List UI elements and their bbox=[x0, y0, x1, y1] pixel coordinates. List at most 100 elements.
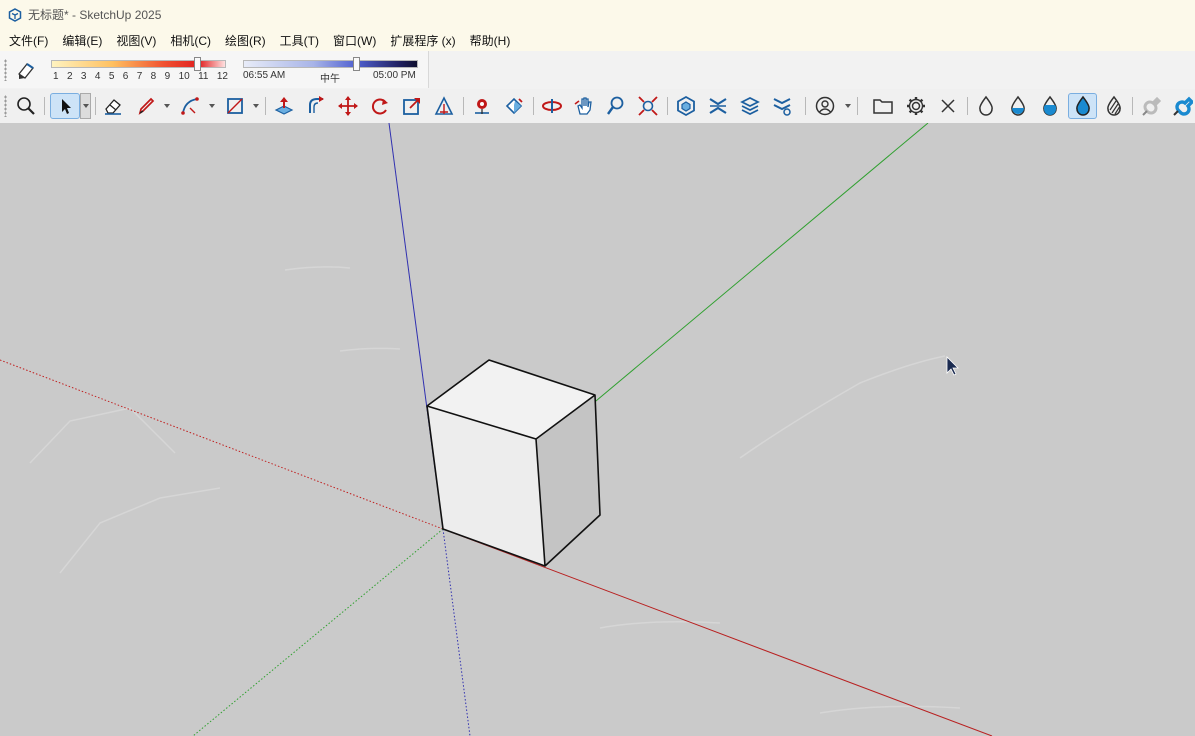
pan-icon bbox=[574, 97, 592, 115]
zoom-small-icon bbox=[607, 96, 624, 115]
orbit-icon bbox=[542, 99, 562, 113]
month-ticks: 1 2 3 4 5 6 7 8 9 10 11 12 bbox=[53, 71, 228, 82]
time-slider[interactable] bbox=[243, 60, 418, 68]
month-tick: 8 bbox=[150, 71, 157, 82]
layers-icon bbox=[740, 97, 760, 115]
select-button[interactable] bbox=[50, 93, 80, 119]
magnet-icon bbox=[1173, 96, 1193, 116]
intersect-icon bbox=[709, 98, 727, 114]
month-tick: 11 bbox=[198, 71, 209, 82]
chevron-down-icon[interactable] bbox=[209, 104, 215, 108]
outliner-icon bbox=[773, 98, 791, 116]
solid-tools-button[interactable] bbox=[673, 93, 699, 119]
open-folder-button[interactable] bbox=[870, 93, 896, 119]
shadow-panel: 1 2 3 4 5 6 7 8 9 10 11 12 06:55 AM 中午 0… bbox=[0, 51, 429, 88]
menu-bar: 文件(F) 编辑(E) 视图(V) 相机(C) 绘图(R) 工具(T) 窗口(W… bbox=[0, 29, 1195, 51]
time-start-label: 06:55 AM bbox=[243, 70, 286, 81]
red-axis bbox=[442, 528, 993, 736]
toolbar-grip[interactable] bbox=[4, 59, 7, 81]
zoom-window-button[interactable] bbox=[13, 93, 39, 119]
close-icon bbox=[941, 99, 955, 113]
eraser-button[interactable] bbox=[100, 93, 126, 119]
menu-extensions[interactable]: 扩展程序 (x) bbox=[382, 32, 461, 49]
month-tick: 1 bbox=[53, 71, 59, 82]
red-axis-negative bbox=[0, 359, 444, 530]
zoom-extents-button[interactable] bbox=[635, 93, 661, 119]
push-pull-button[interactable] bbox=[271, 93, 297, 119]
shadow-toggle-icon[interactable] bbox=[15, 59, 37, 81]
settings-icon bbox=[907, 97, 925, 115]
month-tick: 6 bbox=[122, 71, 129, 82]
scale-button[interactable] bbox=[399, 93, 425, 119]
zoom-button[interactable] bbox=[603, 93, 629, 119]
tape-measure-icon bbox=[475, 99, 489, 114]
xray-drop-icon bbox=[979, 95, 993, 116]
time-slider-thumb[interactable] bbox=[353, 57, 360, 71]
settings-button[interactable] bbox=[903, 93, 929, 119]
main-toolbar bbox=[0, 89, 1195, 124]
follow-me-icon bbox=[309, 96, 324, 113]
xray-style-button[interactable] bbox=[973, 93, 999, 119]
shadow-toolbar: 1 2 3 4 5 6 7 8 9 10 11 12 06:55 AM 中午 0… bbox=[0, 51, 1195, 90]
pencil-icon bbox=[138, 97, 155, 115]
tape-measure-button[interactable] bbox=[469, 93, 495, 119]
modeling-viewport[interactable] bbox=[0, 123, 1195, 736]
chevron-down-icon[interactable] bbox=[845, 104, 851, 108]
menu-file[interactable]: 文件(F) bbox=[0, 32, 54, 49]
close-button[interactable] bbox=[935, 93, 961, 119]
scene-canvas[interactable] bbox=[0, 123, 1195, 736]
month-tick: 5 bbox=[108, 71, 115, 82]
follow-me-button[interactable] bbox=[303, 93, 329, 119]
drop-half-icon bbox=[1011, 95, 1025, 116]
select-arrow-icon bbox=[62, 99, 71, 114]
layers-button[interactable] bbox=[737, 93, 763, 119]
account-button[interactable] bbox=[812, 93, 838, 119]
menu-help[interactable]: 帮助(H) bbox=[462, 32, 517, 49]
arc-icon bbox=[181, 97, 199, 115]
window-title: 无标题* - SketchUp 2025 bbox=[28, 8, 162, 22]
month-tick: 9 bbox=[164, 71, 171, 82]
push-pull-icon bbox=[274, 97, 294, 115]
rectangle-button[interactable] bbox=[222, 93, 248, 119]
chevron-down-icon[interactable] bbox=[164, 104, 170, 108]
outliner-button[interactable] bbox=[769, 93, 795, 119]
snap-off-button[interactable] bbox=[1137, 93, 1163, 119]
chevron-down-icon[interactable] bbox=[253, 104, 259, 108]
paint-bucket-button[interactable] bbox=[501, 93, 527, 119]
month-tick: 4 bbox=[94, 71, 101, 82]
shaded-textures-style-button[interactable] bbox=[1068, 93, 1097, 119]
intersect-button[interactable] bbox=[705, 93, 731, 119]
folder-icon bbox=[873, 99, 893, 114]
month-slider-thumb[interactable] bbox=[194, 57, 201, 71]
arc-button[interactable] bbox=[177, 93, 203, 119]
drop-selected-icon bbox=[1075, 95, 1090, 116]
chevron-down-icon bbox=[83, 104, 89, 108]
paint-bucket-icon bbox=[505, 97, 523, 115]
menu-view[interactable]: 视图(V) bbox=[108, 32, 162, 49]
account-icon bbox=[815, 96, 835, 116]
orbit-button[interactable] bbox=[539, 93, 565, 119]
toolbar-grip[interactable] bbox=[4, 95, 7, 117]
pan-button[interactable] bbox=[571, 93, 597, 119]
wireframe-style-button[interactable] bbox=[1005, 93, 1031, 119]
menu-draw[interactable]: 绘图(R) bbox=[217, 32, 272, 49]
snap-button[interactable] bbox=[1169, 93, 1195, 119]
month-tick: 2 bbox=[66, 71, 73, 82]
menu-tools[interactable]: 工具(T) bbox=[272, 32, 325, 49]
move-icon bbox=[338, 96, 358, 116]
monochrome-style-button[interactable] bbox=[1101, 93, 1127, 119]
move-button[interactable] bbox=[335, 93, 361, 119]
menu-camera[interactable]: 相机(C) bbox=[162, 32, 217, 49]
month-tick: 7 bbox=[136, 71, 143, 82]
menu-edit[interactable]: 编辑(E) bbox=[54, 32, 108, 49]
menu-window[interactable]: 窗口(W) bbox=[325, 32, 382, 49]
magnet-off-icon bbox=[1142, 96, 1161, 116]
cube-model[interactable] bbox=[426, 359, 601, 567]
mouse-cursor-icon bbox=[946, 356, 959, 376]
zoom-extents-icon bbox=[638, 96, 658, 116]
offset-button[interactable] bbox=[431, 93, 457, 119]
pencil-button[interactable] bbox=[133, 93, 159, 119]
blue-axis-negative bbox=[442, 528, 471, 736]
rotate-button[interactable] bbox=[367, 93, 393, 119]
shaded-style-button[interactable] bbox=[1037, 93, 1063, 119]
